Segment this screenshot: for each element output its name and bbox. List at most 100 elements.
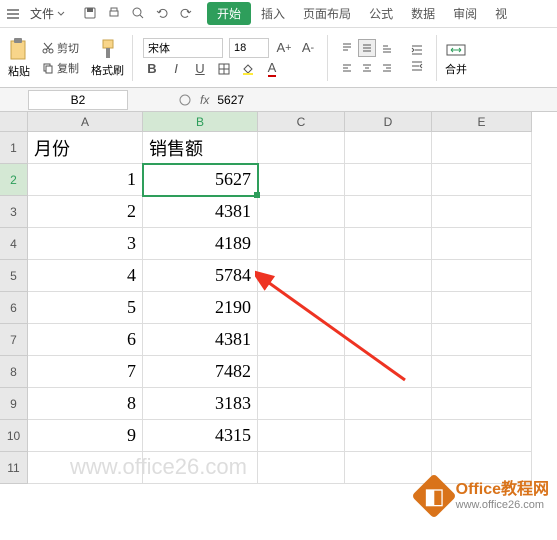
cell-C7[interactable] — [258, 324, 345, 356]
col-header-E[interactable]: E — [432, 112, 532, 132]
row-header-4[interactable]: 4 — [0, 228, 28, 260]
align-left-icon[interactable] — [338, 59, 356, 77]
cell-D9[interactable] — [345, 388, 432, 420]
indent-left-button[interactable] — [408, 43, 426, 57]
border-button[interactable] — [215, 60, 233, 78]
cell-D6[interactable] — [345, 292, 432, 324]
cell-E8[interactable] — [432, 356, 532, 388]
tab-start[interactable]: 开始 — [207, 2, 251, 25]
row-header-3[interactable]: 3 — [0, 196, 28, 228]
col-header-C[interactable]: C — [258, 112, 345, 132]
italic-button[interactable]: I — [167, 60, 185, 78]
cell-A6[interactable]: 5 — [28, 292, 143, 324]
font-color-button[interactable]: A — [263, 60, 281, 78]
tab-data[interactable]: 数据 — [403, 1, 443, 26]
cell-D3[interactable] — [345, 196, 432, 228]
cell-C4[interactable] — [258, 228, 345, 260]
cell-C9[interactable] — [258, 388, 345, 420]
tab-formula[interactable]: 公式 — [361, 1, 401, 26]
row-header-1[interactable]: 1 — [0, 132, 28, 164]
cell-D8[interactable] — [345, 356, 432, 388]
align-center-icon[interactable] — [358, 59, 376, 77]
cell-B10[interactable]: 4315 — [143, 420, 258, 452]
col-header-D[interactable]: D — [345, 112, 432, 132]
cell-C1[interactable] — [258, 132, 345, 164]
cell-D4[interactable] — [345, 228, 432, 260]
cell-D2[interactable] — [345, 164, 432, 196]
cell-C11[interactable] — [258, 452, 345, 484]
cell-B5[interactable]: 5784 — [143, 260, 258, 292]
paste-button[interactable]: 粘贴 — [6, 35, 32, 81]
select-all-corner[interactable] — [0, 112, 28, 132]
format-painter-button[interactable]: 格式刷 — [89, 36, 126, 80]
font-size-select[interactable] — [229, 38, 269, 58]
cell-B2[interactable]: 5627 — [143, 164, 258, 196]
align-right-icon[interactable] — [378, 59, 396, 77]
row-header-2[interactable]: 2 — [0, 164, 28, 196]
underline-button[interactable]: U — [191, 60, 209, 78]
cell-A7[interactable]: 6 — [28, 324, 143, 356]
formula-input[interactable] — [217, 93, 417, 107]
bold-button[interactable]: B — [143, 60, 161, 78]
increase-font-icon[interactable]: A+ — [275, 39, 293, 57]
cell-C8[interactable] — [258, 356, 345, 388]
row-header-8[interactable]: 8 — [0, 356, 28, 388]
hamburger-icon[interactable] — [4, 5, 22, 23]
cell-D5[interactable] — [345, 260, 432, 292]
cell-E6[interactable] — [432, 292, 532, 324]
cell-B9[interactable]: 3183 — [143, 388, 258, 420]
tab-layout[interactable]: 页面布局 — [295, 1, 359, 26]
row-header-9[interactable]: 9 — [0, 388, 28, 420]
save-icon[interactable] — [83, 6, 99, 22]
cell-E1[interactable] — [432, 132, 532, 164]
col-header-A[interactable]: A — [28, 112, 143, 132]
cell-E4[interactable] — [432, 228, 532, 260]
cell-A11[interactable] — [28, 452, 143, 484]
cell-C2[interactable] — [258, 164, 345, 196]
cell-A2[interactable]: 1 — [28, 164, 143, 196]
cell-B6[interactable]: 2190 — [143, 292, 258, 324]
tab-insert[interactable]: 插入 — [253, 1, 293, 26]
cell-B7[interactable]: 4381 — [143, 324, 258, 356]
cell-B1[interactable]: 销售额 — [143, 132, 258, 164]
cell-B4[interactable]: 4189 — [143, 228, 258, 260]
name-box[interactable] — [28, 90, 128, 110]
decrease-font-icon[interactable]: A- — [299, 39, 317, 57]
cell-A4[interactable]: 3 — [28, 228, 143, 260]
cell-C6[interactable] — [258, 292, 345, 324]
expand-icon[interactable] — [178, 93, 192, 107]
cut-button[interactable]: 剪切 — [40, 39, 81, 57]
tab-review[interactable]: 审阅 — [445, 1, 485, 26]
cell-A3[interactable]: 2 — [28, 196, 143, 228]
cell-E5[interactable] — [432, 260, 532, 292]
cell-A10[interactable]: 9 — [28, 420, 143, 452]
cell-C5[interactable] — [258, 260, 345, 292]
cell-C3[interactable] — [258, 196, 345, 228]
file-menu[interactable]: 文件 — [24, 5, 71, 22]
fx-icon[interactable]: fx — [200, 93, 209, 107]
cell-E10[interactable] — [432, 420, 532, 452]
row-header-7[interactable]: 7 — [0, 324, 28, 356]
undo-icon[interactable] — [155, 6, 171, 22]
print-icon[interactable] — [107, 6, 123, 22]
cell-A9[interactable]: 8 — [28, 388, 143, 420]
font-name-select[interactable] — [143, 38, 223, 58]
col-header-B[interactable]: B — [143, 112, 258, 132]
cell-A1[interactable]: 月份 — [28, 132, 143, 164]
copy-button[interactable]: 复制 — [40, 59, 81, 77]
align-top-icon[interactable] — [338, 39, 356, 57]
row-header-11[interactable]: 11 — [0, 452, 28, 484]
cell-E3[interactable] — [432, 196, 532, 228]
cell-A8[interactable]: 7 — [28, 356, 143, 388]
cell-D7[interactable] — [345, 324, 432, 356]
cell-D1[interactable] — [345, 132, 432, 164]
cell-E9[interactable] — [432, 388, 532, 420]
cell-B11[interactable] — [143, 452, 258, 484]
row-header-6[interactable]: 6 — [0, 292, 28, 324]
cell-B8[interactable]: 7482 — [143, 356, 258, 388]
preview-icon[interactable] — [131, 6, 147, 22]
tab-view[interactable]: 视 — [487, 1, 515, 26]
merge-button[interactable]: 合并 — [443, 37, 469, 79]
row-header-10[interactable]: 10 — [0, 420, 28, 452]
row-header-5[interactable]: 5 — [0, 260, 28, 292]
